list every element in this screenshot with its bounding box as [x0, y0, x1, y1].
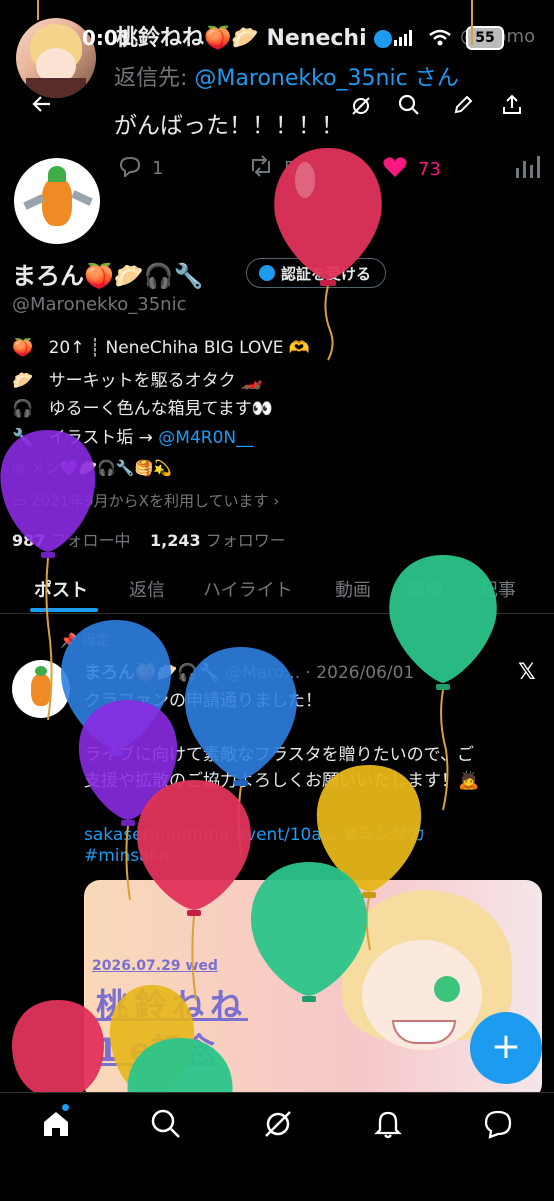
pin-icon: 📌 — [60, 633, 78, 649]
views-icon[interactable] — [514, 156, 540, 182]
verified-badge-icon — [374, 30, 393, 48]
share-icon[interactable] — [501, 93, 523, 115]
x-logo-icon[interactable]: 𝕏 — [518, 660, 536, 685]
signal-icon — [394, 30, 414, 50]
bio-text: 20↑ ┊ NeneChiha BIG LOVE 🫶 — [48, 338, 311, 358]
tab-active-indicator — [30, 608, 98, 612]
peek-author-name: 桃鈴ねね🍑🥟 Nenechi — [116, 26, 367, 51]
pinned-handle: @Maro... — [225, 663, 301, 683]
following-link[interactable]: 987 フォロー中 — [12, 527, 131, 551]
reply-prefix: 返信先: — [114, 66, 188, 91]
location-pin-icon: ◎ — [12, 459, 26, 477]
pinned-text-1: クラファンの申請通りました！ — [84, 691, 322, 711]
like-count: 73 — [418, 159, 441, 180]
tab-replies[interactable]: 返信 — [129, 576, 165, 602]
tab-images[interactable]: 画像 — [407, 576, 443, 602]
peek-like-action[interactable]: 73 — [382, 155, 441, 184]
back-arrow-icon[interactable] — [32, 95, 52, 113]
profile-handle: @Maronekko_35nic — [12, 294, 187, 315]
bio-line-1: 🍑 20↑ ┊ NeneChiha BIG LOVE 🫶 — [12, 338, 310, 358]
battery-level: 55 — [475, 30, 495, 46]
pinned-avatar[interactable] — [12, 660, 70, 718]
home-icon[interactable] — [40, 1104, 74, 1142]
followers-label: フォロワー — [205, 531, 286, 550]
bio-line-3: 🎧 ゆるーく色んな箱見てます👀 — [12, 394, 273, 419]
reply-suffix: さん — [414, 66, 459, 91]
peek-author[interactable]: 桃鈴ねね🍑🥟 Nenechi — [116, 20, 393, 52]
art-account-link[interactable]: @M4R0N__ — [158, 428, 253, 448]
pinned-label: 固定 — [81, 633, 110, 649]
retweet-count: 5 — [284, 158, 296, 179]
pinned-text-3: 支援や拡散のご協力よろしくお願いいたします！🙇 — [84, 771, 480, 791]
verify-button-label: 認証を受ける — [281, 264, 372, 283]
grok-icon[interactable] — [350, 95, 372, 117]
bio-text: ゆるーく色んな箱見てます👀 — [48, 399, 273, 419]
profile-location: ◎ メン💜🥟🎧🔧🥞💫 — [12, 457, 172, 478]
grok-nav-icon[interactable] — [262, 1108, 296, 1142]
tab-articles[interactable]: 記事 — [480, 576, 516, 602]
peek-reply-line: 返信先: @Maronekko_35nic さん — [114, 60, 459, 92]
reply-count: 1 — [152, 158, 164, 179]
pinned-media-card[interactable]: 2026.07.29 wed 桃鈴ねね 1 e記念 — [84, 880, 542, 1100]
reply-to-link[interactable]: @Maronekko_35nic — [194, 66, 407, 91]
chevron-right-icon: › — [273, 492, 280, 510]
tabs-divider — [0, 613, 554, 614]
balloon-icon — [78, 700, 178, 901]
verified-check-icon — [259, 265, 275, 281]
profile-name: まろん🍑🥟🎧🔧 — [12, 262, 204, 290]
notification-dot — [62, 1104, 69, 1111]
tab-posts[interactable]: ポスト — [34, 576, 88, 602]
wrench-icon: 🔧 — [12, 428, 34, 448]
retweet-icon — [248, 155, 274, 182]
heart-icon — [382, 155, 408, 184]
pinned-url[interactable]: sakaseru.jp/mina-event/10a... — [84, 825, 338, 845]
headphones-icon: 🎧 — [12, 399, 34, 419]
bio-line-4: 🔧 イラスト垢 → @M4R0N__ — [12, 423, 253, 448]
card-title-2: 1 e記念 — [96, 1031, 216, 1069]
pinned-links: sakaseru.jp/mina-event/10a... #ミンサカ — [84, 820, 426, 845]
followers-link[interactable]: 1,243 フォロワー — [150, 527, 286, 551]
followers-count: 1,243 — [150, 531, 201, 550]
profile-avatar[interactable] — [12, 156, 102, 246]
compose-fab[interactable]: + — [470, 1012, 542, 1084]
joined-text: 2021年9月からXを利用しています — [30, 492, 269, 510]
card-title-1: 桃鈴ねね — [96, 986, 249, 1024]
peach-icon: 🍑 — [12, 338, 34, 358]
profile-joined: ▭ 2021年9月からXを利用しています › — [12, 490, 279, 511]
bio-text: イラスト垢 → — [48, 428, 159, 448]
calendar-icon: ▭ — [12, 492, 27, 510]
bio-text: サーキットを駆るオタク 🏎️ — [48, 371, 263, 391]
pinned-date: · 2026/06/01 — [305, 663, 415, 683]
location-text: メン💜🥟🎧🔧🥞💫 — [29, 459, 172, 477]
pinned-text-2: ライブに向けて素敵なフラスタを贈りたいので、ご — [84, 745, 474, 765]
battery-indicator: 55 — [466, 26, 504, 50]
hashtag-link[interactable]: #ミンサカ — [343, 825, 425, 845]
tab-highlights[interactable]: ハイライト — [203, 576, 293, 602]
explore-search-icon[interactable] — [150, 1108, 184, 1142]
peek-tweet-text: がんばった！！！！！ — [114, 113, 344, 139]
plus-icon: + — [490, 1026, 522, 1067]
reply-icon — [118, 155, 142, 182]
verify-button[interactable]: 認証を受ける — [246, 258, 387, 288]
tab-videos[interactable]: 動画 — [335, 576, 371, 602]
pinned-author[interactable]: まろん🍑🥟🎧🔧 — [84, 663, 220, 683]
messages-icon[interactable] — [482, 1108, 516, 1142]
wifi-icon — [428, 28, 452, 50]
pinned-indicator: 📌 固定 — [60, 630, 110, 650]
hashtag-link-2[interactable]: #minsaka — [84, 846, 170, 866]
edit-icon[interactable] — [452, 94, 474, 116]
notifications-bell-icon[interactable] — [372, 1108, 406, 1142]
bio-line-2: 🥟 サーキットを駆るオタク 🏎️ — [12, 366, 262, 391]
peek-retweet-action[interactable]: 5 — [248, 155, 295, 182]
following-count: 987 — [12, 531, 46, 550]
following-label: フォロー中 — [50, 531, 131, 550]
search-icon[interactable] — [398, 94, 420, 116]
pinned-author-line: まろん🍑🥟🎧🔧 @Maro... · 2026/06/01 — [84, 658, 414, 683]
dumpling-icon: 🥟 — [12, 371, 34, 391]
card-date: 2026.07.29 wed — [92, 958, 218, 974]
peek-reply-action[interactable]: 1 — [118, 155, 163, 182]
